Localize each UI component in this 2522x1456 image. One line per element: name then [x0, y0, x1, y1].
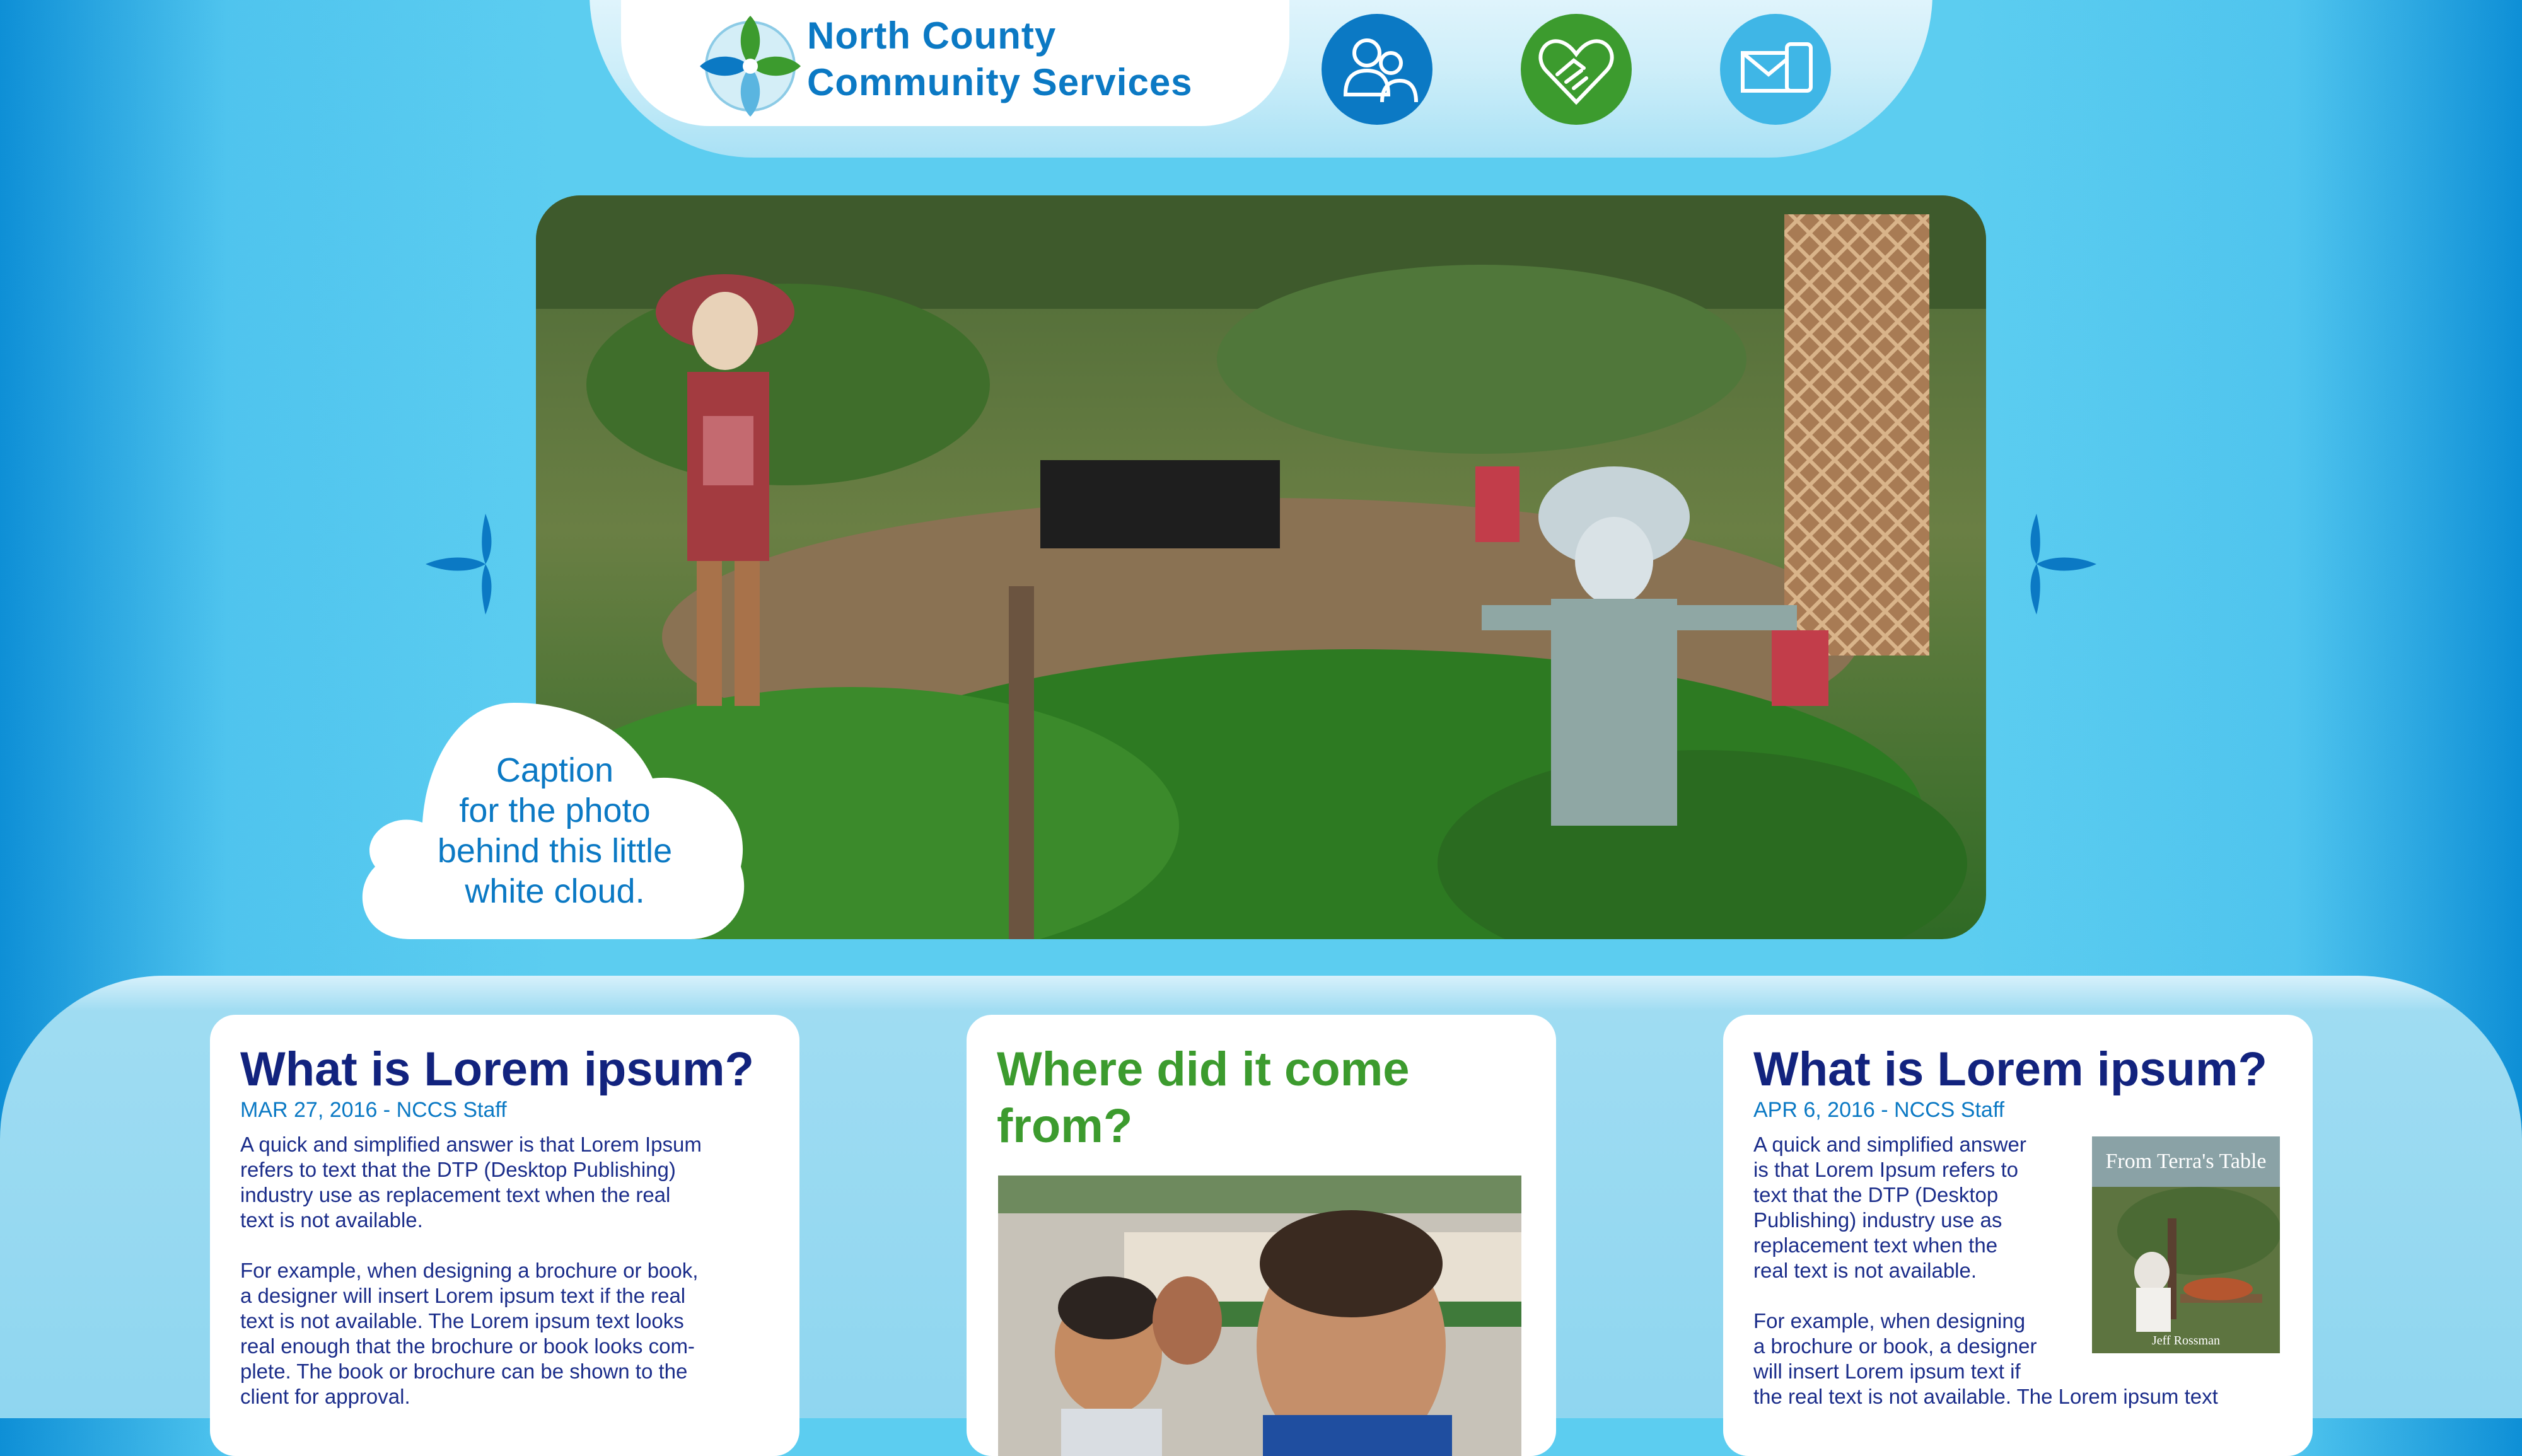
body-line: text is not available. The Lorem ipsum t… — [240, 1309, 684, 1332]
news-card-1[interactable]: What is Lorem ipsum? MAR 27, 2016 - NCCS… — [210, 1015, 799, 1456]
body-line: A quick and simplified answer is that Lo… — [240, 1133, 702, 1156]
people-icon[interactable] — [1322, 14, 1432, 125]
card-meta: APR 6, 2016 - NCCS Staff — [1753, 1098, 2005, 1122]
next-arrow-icon[interactable] — [2018, 511, 2100, 618]
card-title-line: from? — [997, 1099, 1133, 1153]
handshake-heart-icon[interactable] — [1521, 14, 1632, 125]
org-name-line2[interactable]: Community Services — [807, 61, 1193, 104]
nccs-logo-icon[interactable] — [697, 13, 804, 120]
news-card-3[interactable]: What is Lorem ipsum? APR 6, 2016 - NCCS … — [1723, 1015, 2313, 1456]
body-line: the real text is not available. The Lore… — [1753, 1385, 2218, 1408]
book-cover-image[interactable]: From Terra's Table Jeff Rossman — [2092, 1136, 2280, 1353]
body-line: client for approval. — [240, 1385, 410, 1408]
caption-line: behind this little — [437, 832, 673, 870]
card-title-line: Where did it come — [997, 1043, 1410, 1096]
body-line: plete. The book or brochure can be shown… — [240, 1360, 688, 1383]
body-line: refers to text that the DTP (Desktop Pub… — [240, 1158, 676, 1181]
body-line: text is not available. — [240, 1208, 423, 1232]
body-line: industry use as replacement text when th… — [240, 1183, 671, 1206]
mail-device-icon[interactable] — [1720, 14, 1831, 125]
card-title[interactable]: What is Lorem ipsum? — [240, 1041, 754, 1098]
card-title[interactable]: What is Lorem ipsum? — [1753, 1041, 2267, 1098]
body-line: will insert Lorem ipsum text if — [1753, 1360, 2021, 1383]
hero-photo — [536, 195, 1986, 939]
book-title: From Terra's Table — [2105, 1150, 2266, 1173]
news-card-2[interactable]: Where did it come from? — [967, 1015, 1556, 1456]
children-photo[interactable] — [998, 1176, 1521, 1456]
caption-line: white cloud. — [465, 872, 645, 910]
card-meta: MAR 27, 2016 - NCCS Staff — [240, 1098, 507, 1122]
card-title[interactable]: Where did it come from? — [997, 1041, 1410, 1155]
caption-line: Caption — [496, 751, 614, 789]
caption-line: for the photo — [459, 792, 651, 829]
body-line: real enough that the brochure or book lo… — [240, 1334, 695, 1358]
body-line: For example, when designing a brochure o… — [240, 1259, 699, 1282]
prev-arrow-icon[interactable] — [422, 511, 504, 618]
org-name-line1[interactable]: North County — [807, 14, 1056, 57]
card-body: A quick and simplified answer is that Lo… — [240, 1132, 702, 1409]
hero-caption: Caption for the photo behind this little… — [404, 750, 706, 911]
book-author: Jeff Rossman — [2152, 1334, 2220, 1348]
body-line: a designer will insert Lorem ipsum text … — [240, 1284, 686, 1307]
